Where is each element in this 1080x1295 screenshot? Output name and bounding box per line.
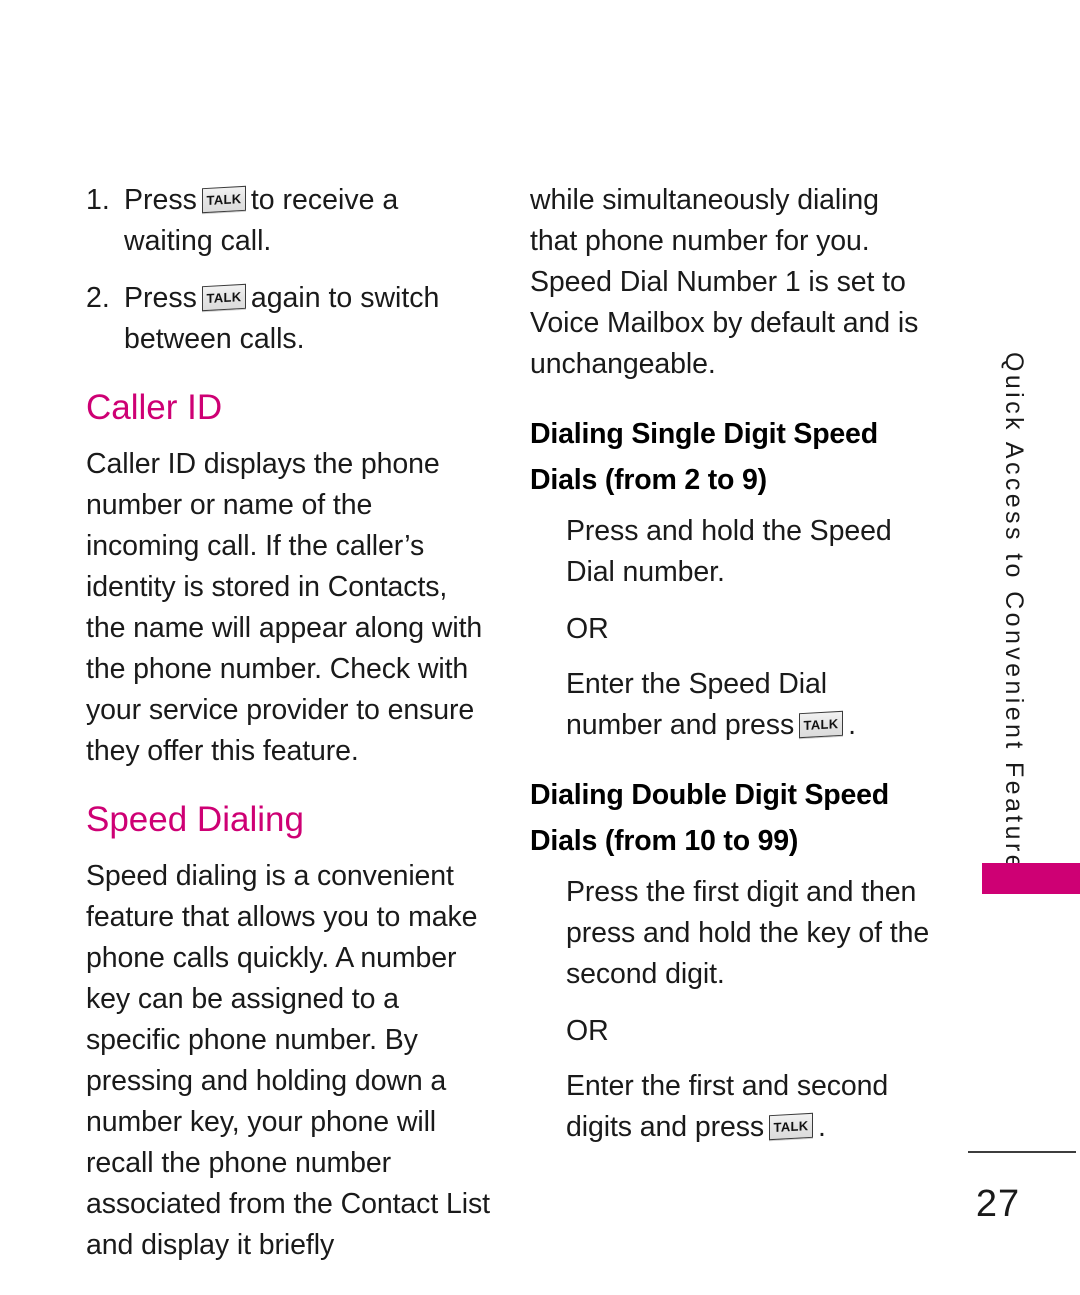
talk-key-label: TALK bbox=[206, 289, 242, 306]
talk-key-icon: TALK bbox=[201, 283, 246, 312]
section-heading-caller-id: Caller ID bbox=[86, 388, 223, 427]
speed-dialing-continuation-text: while simultaneously dialing that phone … bbox=[530, 184, 919, 380]
talk-key-label: TALK bbox=[773, 1118, 809, 1135]
single-digit-step-two-after: . bbox=[848, 709, 856, 741]
subheading-double-digit-speed-dials: Dialing Double Digit Speed Dials (from 1… bbox=[530, 779, 889, 857]
single-digit-or-label: OR bbox=[566, 613, 609, 645]
single-digit-step-one: Press and hold the Speed Dial number. bbox=[566, 515, 892, 588]
caller-id-body-text: Caller ID displays the phone number or n… bbox=[86, 448, 483, 767]
list-item-text-before: Press bbox=[124, 282, 197, 314]
single-digit-step-two: Enter the Speed Dial number and press TAL… bbox=[566, 664, 930, 746]
subheading-single-digit-speed-dials: Dialing Single Digit Speed Dials (from 2… bbox=[530, 418, 878, 496]
list-item: 1. Press TALK to receive a waiting call. bbox=[86, 180, 490, 262]
talk-key-icon: TALK bbox=[799, 710, 844, 739]
double-digit-step-two-after: . bbox=[818, 1111, 826, 1143]
manual-page: 1. Press TALK to receive a waiting call. 2.… bbox=[0, 0, 1080, 1295]
single-digit-step-two-before: Enter the Speed Dial number and press bbox=[566, 668, 827, 741]
double-digit-or-label: OR bbox=[566, 1015, 609, 1047]
numbered-step-list: 1. Press TALK to receive a waiting call. 2.… bbox=[86, 180, 490, 360]
side-tab-marker bbox=[982, 863, 1080, 894]
side-tab-chapter-text: Quick Access to Convenient Features bbox=[1000, 352, 1028, 888]
speed-dialing-body-text: Speed dialing is a convenient feature th… bbox=[86, 860, 490, 1261]
footer-divider bbox=[968, 1151, 1076, 1153]
talk-key-label: TALK bbox=[803, 716, 839, 733]
left-column: 1. Press TALK to receive a waiting call. 2.… bbox=[86, 180, 490, 1266]
list-item-text-before: Press bbox=[124, 184, 197, 216]
double-digit-step-two: Enter the first and second digits and pr… bbox=[566, 1066, 930, 1148]
list-item-number: 1. bbox=[86, 184, 110, 216]
double-digit-step-two-before: Enter the first and second digits and pr… bbox=[566, 1070, 889, 1143]
side-tab-chapter-label: Quick Access to Convenient Features bbox=[994, 352, 1034, 888]
talk-key-label: TALK bbox=[206, 191, 242, 208]
talk-key-icon: TALK bbox=[201, 185, 246, 214]
right-column: while simultaneously dialing that phone … bbox=[530, 180, 930, 1148]
list-item-number: 2. bbox=[86, 282, 110, 314]
section-heading-speed-dialing: Speed Dialing bbox=[86, 800, 304, 839]
double-digit-step-one: Press the first digit and then press and… bbox=[566, 876, 930, 990]
list-item: 2. Press TALK again to switch between calls… bbox=[86, 278, 490, 360]
talk-key-icon: TALK bbox=[769, 1112, 814, 1141]
page-number: 27 bbox=[975, 1183, 1021, 1225]
